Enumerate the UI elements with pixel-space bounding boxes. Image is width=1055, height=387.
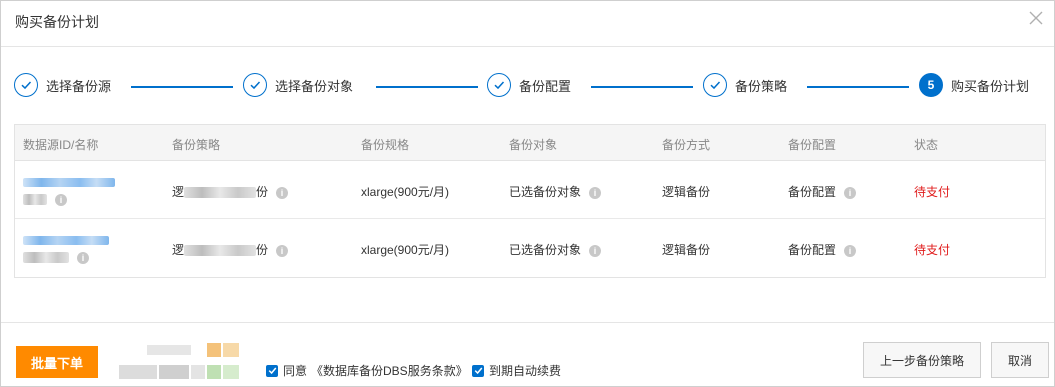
redacted-source-id	[23, 236, 109, 246]
step-backup-policy: 备份策略	[703, 71, 787, 99]
step-number: 5	[919, 73, 943, 97]
auto-renew-checkbox[interactable]: 到期自动续费	[472, 362, 561, 379]
policy-cell: 逻份i	[172, 241, 289, 258]
step-connector	[807, 86, 909, 88]
step-label: 选择备份对象	[275, 78, 354, 94]
step-label: 购买备份计划	[951, 78, 1030, 94]
table-header: 数据源ID/名称 备份策略 备份规格 备份对象 备份方式 备份配置 状态	[15, 125, 1045, 161]
info-icon[interactable]: i	[77, 251, 89, 264]
method-cell: 逻辑备份	[662, 243, 711, 257]
column-header: 状态	[914, 138, 939, 152]
info-icon[interactable]: i	[589, 244, 602, 257]
dialog-title: 购买备份计划	[15, 14, 99, 30]
close-icon[interactable]	[1028, 10, 1044, 26]
column-header: 备份方式	[662, 138, 711, 152]
object-cell: 已选备份对象 i	[509, 183, 602, 200]
table-row: i 逻份i xlarge(900元/月) 已选备份对象 i 逻辑备份 备份配置 i …	[15, 161, 1045, 219]
checkbox-checked-icon	[266, 364, 278, 377]
method-cell: 逻辑备份	[662, 185, 711, 199]
status-badge: 待支付	[914, 185, 951, 199]
step-connector	[376, 86, 478, 88]
object-cell: 已选备份对象 i	[509, 241, 602, 258]
info-icon[interactable]: i	[844, 244, 857, 257]
source-name: i	[23, 192, 67, 206]
batch-order-button[interactable]: 批量下单	[16, 346, 98, 378]
dialog-footer: 批量下单 同意 《数据库备份DBS服务条款》 到期自动续费 上一步备份策略 取消	[1, 322, 1054, 386]
step-done-icon	[703, 73, 727, 97]
config-cell: 备份配置 i	[788, 241, 857, 258]
purchase-dialog: 购买备份计划 选择备份源 选择备份对象 备份配置 备份策略 5 购买备份计划 数…	[0, 0, 1055, 387]
column-header: 备份策略	[172, 138, 221, 152]
column-header: 备份配置	[788, 138, 837, 152]
check-icon	[494, 81, 505, 90]
checkbox-checked-icon	[472, 364, 484, 377]
column-header: 数据源ID/名称	[23, 138, 99, 152]
config-cell: 备份配置 i	[788, 183, 857, 200]
step-connector	[591, 86, 693, 88]
step-label: 选择备份源	[46, 78, 112, 94]
cancel-button[interactable]: 取消	[991, 342, 1049, 378]
agree-terms-checkbox[interactable]: 同意 《数据库备份DBS服务条款》	[266, 362, 468, 379]
step-label: 备份策略	[735, 78, 788, 94]
step-select-source: 选择备份源	[14, 71, 111, 99]
info-icon[interactable]: i	[276, 244, 289, 257]
info-icon[interactable]: i	[276, 186, 289, 199]
check-icon	[21, 81, 32, 90]
step-label: 备份配置	[519, 78, 572, 94]
check-icon	[250, 81, 261, 90]
info-icon[interactable]: i	[55, 193, 67, 206]
auto-renew-label: 到期自动续费	[489, 364, 562, 378]
backup-plan-table: 数据源ID/名称 备份策略 备份规格 备份对象 备份方式 备份配置 状态 i 逻…	[14, 124, 1046, 278]
previous-step-button[interactable]: 上一步备份策略	[863, 342, 981, 378]
check-icon	[710, 81, 721, 90]
step-done-icon	[487, 73, 511, 97]
redacted-source-name	[23, 252, 69, 264]
table-row: i 逻份i xlarge(900元/月) 已选备份对象 i 逻辑备份 备份配置 i …	[15, 219, 1045, 277]
spec-cell: xlarge(900元/月)	[361, 185, 450, 199]
status-badge: 待支付	[914, 243, 951, 257]
redacted-price	[119, 343, 239, 379]
redacted-policy	[184, 187, 257, 199]
step-connector	[131, 86, 233, 88]
agree-label: 同意	[283, 364, 308, 378]
terms-link[interactable]: 《数据库备份DBS服务条款》	[311, 362, 468, 379]
column-header: 备份对象	[509, 138, 558, 152]
step-progress: 选择备份源 选择备份对象 备份配置 备份策略 5 购买备份计划	[1, 71, 1054, 101]
redacted-source-id	[23, 178, 115, 188]
dialog-header: 购买备份计划	[1, 1, 1054, 47]
redacted-policy	[184, 245, 257, 257]
source-id-link[interactable]	[23, 233, 109, 247]
info-icon[interactable]: i	[589, 186, 602, 199]
redacted-source-name	[23, 194, 47, 206]
step-select-object: 选择备份对象	[243, 71, 353, 99]
column-header: 备份规格	[361, 138, 410, 152]
policy-cell: 逻份i	[172, 183, 289, 200]
step-done-icon	[243, 73, 267, 97]
source-id-link[interactable]	[23, 175, 115, 189]
source-name: i	[23, 250, 89, 264]
info-icon[interactable]: i	[844, 186, 857, 199]
step-done-icon	[14, 73, 38, 97]
step-backup-config: 备份配置	[487, 71, 571, 99]
step-purchase: 5 购买备份计划	[919, 71, 1029, 99]
spec-cell: xlarge(900元/月)	[361, 243, 450, 257]
